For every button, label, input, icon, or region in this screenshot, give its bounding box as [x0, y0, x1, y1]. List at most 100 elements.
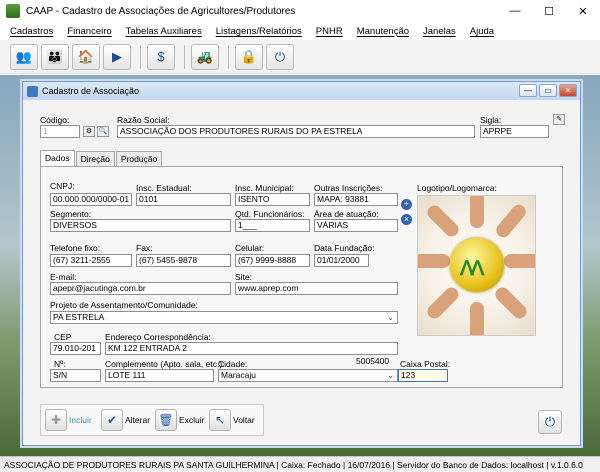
razao-social-field[interactable]: ASSOCIAÇÃO DOS PRODUTORES RURAIS DO PA E… — [117, 125, 475, 138]
hand-shape — [492, 284, 530, 322]
alterar-button[interactable]: ✔ Alterar — [101, 409, 150, 431]
cnpj-field[interactable]: 00.000.000/0000-01 — [50, 193, 132, 206]
tractor-icon[interactable]: 🚜 — [191, 43, 219, 70]
sigla-label: Sigla: — [480, 115, 502, 125]
telefone-field[interactable]: (67) 3211-2555 — [50, 254, 132, 267]
action-bar: ✚ Incluir ✔ Alterar 🗑 Excluir ↖ Voltar — [40, 404, 264, 436]
insc-estadual-field[interactable]: 0101 — [136, 193, 231, 206]
alterar-label: Alterar — [125, 415, 151, 425]
site-field[interactable]: www.aprep.com — [235, 282, 398, 295]
menu-pnhr[interactable]: PNHR — [316, 26, 343, 37]
tab-direcao[interactable]: Direção — [75, 151, 115, 166]
edit-icon[interactable]: ✎ — [553, 114, 565, 125]
chevron-down-icon: ⌄ — [387, 313, 394, 322]
play-icon[interactable]: ▶ — [103, 43, 131, 70]
add-image-icon[interactable]: + — [401, 199, 412, 210]
fax-field[interactable]: (67) 5455-9878 — [136, 254, 231, 267]
menu-manutencao[interactable]: Manutenção — [357, 26, 409, 37]
area-atuacao-label: Área de atuação: — [314, 209, 379, 219]
minimize-button[interactable]: — — [498, 0, 532, 22]
cep-field[interactable]: 79.010-201 — [50, 342, 101, 355]
close-button[interactable]: ✕ — [566, 0, 600, 22]
menu-listagens-relatorios[interactable]: Listagens/Relatórios — [216, 26, 302, 37]
search-code-icon[interactable]: ⚙ — [83, 126, 95, 137]
endereco-field[interactable]: KM 122 ENTRADA 2 — [105, 342, 398, 355]
incluir-label: Incluir — [69, 415, 92, 425]
voltar-button[interactable]: ↖ Voltar — [209, 409, 255, 431]
logo-emblem: ᐱᐱ — [450, 238, 504, 292]
data-fundacao-label: Data Fundação: — [314, 243, 375, 253]
endereco-label: Endereço Correspondência: — [105, 332, 211, 342]
hand-shape — [424, 284, 462, 322]
complemento-field[interactable]: LOTE 111 — [105, 369, 214, 382]
menu-financeiro[interactable]: Financeiro — [67, 26, 111, 37]
maximize-button[interactable]: ☐ — [532, 0, 566, 22]
caixa-postal-field[interactable]: 123 — [398, 369, 448, 382]
farm-icon[interactable]: 🏠 — [72, 43, 100, 70]
cnpj-label: CNPJ: — [50, 181, 75, 191]
qtd-funcionarios-field[interactable]: 1___ — [235, 219, 310, 232]
logo-mark: ᐱᐱ — [460, 258, 484, 280]
cidade-label: Cidade: — [218, 359, 248, 369]
menu-ajuda[interactable]: Ajuda — [470, 26, 494, 37]
toolbar-separator — [228, 44, 229, 69]
power-icon[interactable]: ⏻ — [266, 43, 294, 70]
people-icon[interactable]: 👥 — [10, 43, 38, 70]
menu-janelas[interactable]: Janelas — [423, 26, 456, 37]
menu-bar: Cadastros Financeiro Tabelas Auxiliares … — [0, 22, 600, 40]
app-icon — [6, 4, 20, 18]
cadastro-associacao-window: Cadastro de Associação — ▭ ✕ Código: 1 ⚙… — [22, 81, 581, 446]
check-icon: ✔ — [101, 409, 123, 431]
telefone-label: Telefone fixo: — [50, 243, 101, 253]
form-icon — [27, 85, 38, 97]
insc-municipal-field[interactable]: ISENTO — [235, 193, 310, 206]
incluir-button[interactable]: ✚ Incluir — [45, 409, 92, 431]
title-bar: CAAP - Cadastro de Associações de Agricu… — [0, 0, 600, 22]
fax-label: Fax: — [136, 243, 153, 253]
celular-label: Celular: — [235, 243, 265, 253]
logotipo-label: Logotipo/Logomarca: — [417, 183, 497, 193]
excluir-button[interactable]: 🗑 Excluir — [155, 409, 205, 431]
projeto-label: Projeto de Assentamento/Comunidade: — [50, 300, 198, 310]
magnifier-icon[interactable]: 🔍 — [97, 126, 109, 137]
dollar-icon[interactable]: $ — [147, 43, 175, 70]
trash-icon: 🗑 — [155, 409, 177, 431]
child-minimize-button[interactable]: — — [519, 84, 537, 97]
email-field[interactable]: apepr@jacutinga.com.br — [50, 282, 231, 295]
back-arrow-icon: ↖ — [209, 409, 231, 431]
excluir-label: Excluir — [179, 415, 205, 425]
menu-tabelas-auxiliares[interactable]: Tabelas Auxiliares — [126, 26, 202, 37]
child-restore-button[interactable]: ▭ — [539, 84, 557, 97]
hand-shape — [470, 196, 484, 228]
tab-dados[interactable]: Dados — [40, 150, 75, 166]
child-title-bar: Cadastro de Associação — ▭ ✕ — [23, 82, 580, 100]
caixa-postal-label: Caixa Postal: — [400, 359, 451, 369]
complemento-label: Complemento (Apto. sala, etc.): — [105, 359, 225, 369]
hand-shape — [504, 254, 535, 268]
cidade-select[interactable]: Maracaju ⌄ — [218, 369, 398, 382]
remove-image-icon[interactable]: × — [401, 214, 412, 225]
projeto-select[interactable]: PA ESTRELA ⌄ — [50, 311, 398, 324]
hand-shape — [424, 202, 462, 240]
power-icon[interactable]: ⏻ — [538, 410, 562, 434]
razao-social-label: Razão Social: — [117, 115, 170, 125]
numero-field[interactable]: S/N — [50, 369, 101, 382]
main-toolbar: 👥 👪 🏠 ▶ $ 🚜 🔒 ⏻ — [0, 40, 600, 74]
toolbar-separator — [140, 44, 141, 69]
data-fundacao-field[interactable]: 01/01/2000 — [314, 254, 369, 267]
child-close-button[interactable]: ✕ — [559, 84, 577, 97]
menu-cadastros[interactable]: Cadastros — [10, 26, 53, 37]
segmento-field[interactable]: DIVERSOS — [50, 219, 231, 232]
codigo-field[interactable]: 1 — [40, 125, 80, 138]
qtd-funcionarios-label: Qtd. Funcionários: — [235, 209, 305, 219]
group-icon[interactable]: 👪 — [41, 43, 69, 70]
outras-inscricoes-label: Outras Inscrições: — [314, 183, 383, 193]
cep-label: CEP — [54, 332, 72, 342]
area-atuacao-field[interactable]: VÁRIAS — [314, 219, 398, 232]
lock-icon[interactable]: 🔒 — [235, 43, 263, 70]
outras-inscricoes-field[interactable]: MAPA: 93881 — [314, 193, 398, 206]
projeto-select-value: PA ESTRELA — [53, 312, 105, 322]
celular-field[interactable]: (67) 9999-8888 — [235, 254, 310, 267]
sigla-field[interactable]: APRPE — [480, 125, 549, 138]
tab-producao[interactable]: Produção — [115, 151, 163, 166]
